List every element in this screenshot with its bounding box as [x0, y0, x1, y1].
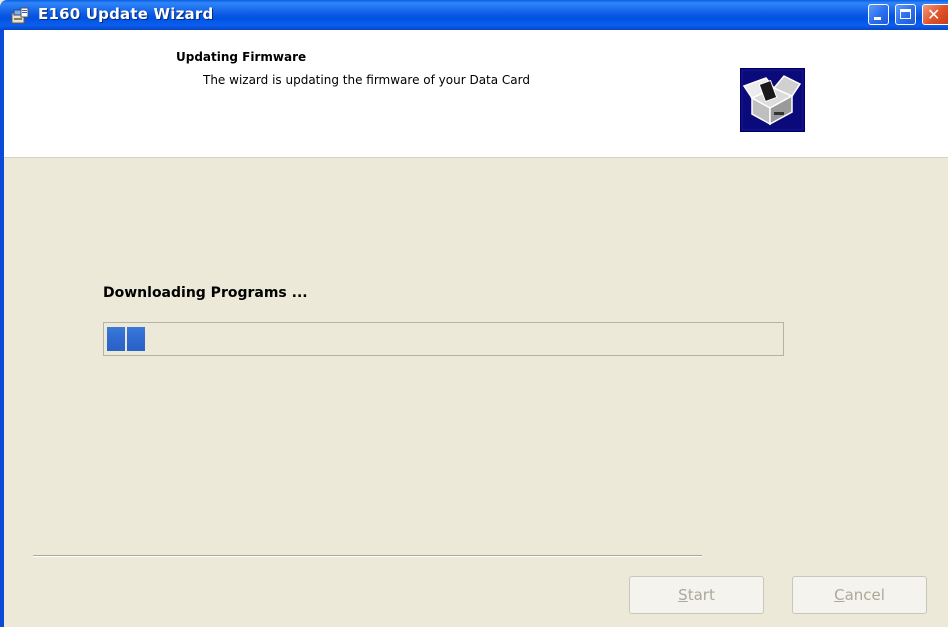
- progress-fill: [107, 327, 147, 351]
- status-label: Downloading Programs ...: [103, 285, 308, 301]
- update-wizard-window: E160 Update Wizard ✕ Updating Firmware T…: [0, 0, 948, 627]
- footer-divider: [33, 555, 702, 557]
- start-button-accelerator: S: [678, 586, 688, 604]
- maximize-button[interactable]: [895, 4, 916, 25]
- window-title: E160 Update Wizard: [38, 5, 214, 23]
- start-button[interactable]: Start: [629, 576, 764, 614]
- progress-segment: [107, 327, 125, 351]
- start-button-label: tart: [687, 586, 715, 604]
- progress-segment: [127, 327, 145, 351]
- close-button[interactable]: ✕: [922, 4, 948, 25]
- minimize-icon: [874, 17, 881, 20]
- firmware-box-icon: [740, 68, 805, 132]
- cancel-button[interactable]: Cancel: [792, 576, 927, 614]
- maximize-icon: [900, 9, 911, 19]
- minimize-button[interactable]: [868, 4, 889, 25]
- header-title: Updating Firmware: [176, 50, 307, 64]
- cancel-button-accelerator: C: [834, 586, 845, 604]
- wizard-header: [4, 30, 948, 157]
- download-progress-bar: [103, 322, 784, 356]
- setup-wizard-icon: [11, 7, 29, 24]
- header-subtitle: The wizard is updating the firmware of y…: [203, 73, 530, 87]
- close-icon: ✕: [927, 5, 941, 24]
- header-divider: [4, 157, 948, 158]
- title-bar[interactable]: E160 Update Wizard ✕: [0, 0, 948, 30]
- cancel-button-label: ancel: [844, 586, 885, 604]
